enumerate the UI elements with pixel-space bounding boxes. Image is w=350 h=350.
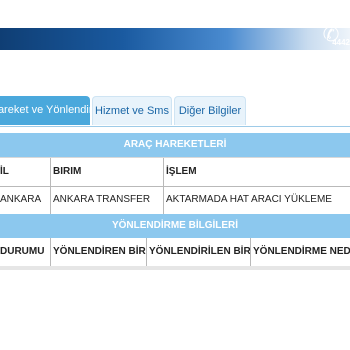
tab-hareket-yonlendirme[interactable]: Hareket ve Yönlendirme [0,96,90,125]
header-banner [0,28,350,50]
movements-section-title: ARAÇ HAREKETLERİ [0,133,350,157]
table-row: ANKARA ANKARA TRANSFER AKTARMADA HAT ARA… [0,186,350,215]
table-bottom-shadow [0,266,350,270]
column-header-durumu: DURUMU [0,246,45,257]
tab-bar: Hareket ve Yönlendirme Hizmet ve Sms Diğ… [0,96,350,127]
tab-diger-bilgiler[interactable]: Diğer Bilgiler [174,96,246,125]
column-header-birim: BIRIM [50,158,163,186]
column-header-yonlendirilen-birim: YÖNLENDİRİLEN BİRİM [146,238,250,266]
routing-header-row: DURUMU YÖNLENDİREN BİRİM YÖNLENDİRİLEN B… [0,238,350,267]
top-bar [0,0,350,28]
column-header-yonlendirme-nedeni: YÖNLENDİRME NEDENİ [250,238,350,266]
cell-il: ANKARA [0,194,42,205]
column-header-il: İL [0,166,9,177]
phone-number: 4442 [332,38,350,47]
tab-hizmet-sms[interactable]: Hizmet ve Sms [92,96,172,125]
routing-section-title: YÖNLENDİRME BİLGİLERİ [0,214,350,238]
cell-birim: ANKARA TRANSFER [50,186,163,214]
cell-islem: AKTARMADA HAT ARACI YÜKLEME [163,186,350,214]
column-header-islem: İŞLEM [163,158,350,186]
movements-header-row: İL BIRIM İŞLEM [0,157,350,187]
column-header-yonlendiren-birim: YÖNLENDİREN BİRİM [50,238,146,266]
